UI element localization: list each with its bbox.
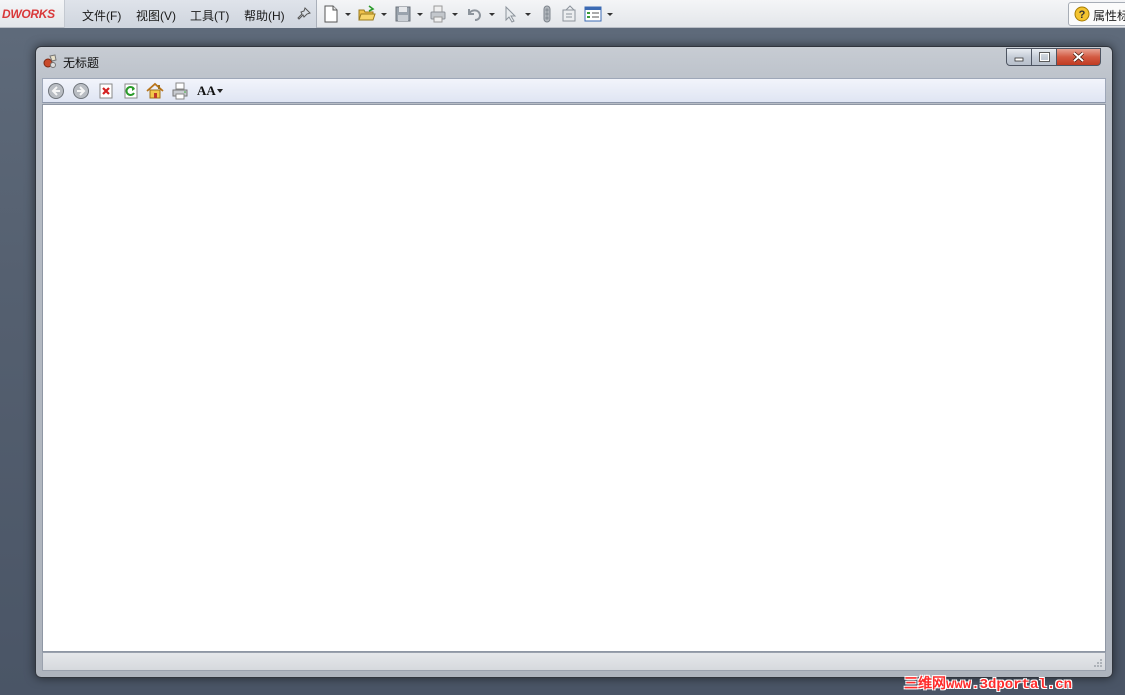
home-icon[interactable] (146, 82, 164, 100)
file-properties-icon[interactable] (561, 5, 579, 23)
options-dropdown-arrow[interactable] (607, 13, 613, 16)
rebuild-icon[interactable] (538, 5, 556, 23)
help-label: 属性标 (1093, 9, 1125, 23)
font-size-dropdown-arrow (217, 89, 223, 93)
menu-view[interactable]: 视图(V) (136, 7, 176, 24)
back-icon[interactable] (47, 82, 65, 100)
font-size-icon: AA (197, 83, 216, 98)
menu-help[interactable]: 帮助(H) (244, 7, 285, 24)
solidworks-brand-logo: DWORKS (2, 7, 55, 21)
status-bar (42, 652, 1106, 671)
minimize-button[interactable] (1006, 48, 1032, 66)
new-document-icon[interactable] (322, 5, 340, 23)
open-dropdown-arrow[interactable] (381, 13, 387, 16)
pin-icon[interactable] (296, 6, 312, 22)
maximize-icon (1039, 52, 1050, 62)
print-icon[interactable] (171, 82, 189, 100)
save-icon[interactable] (394, 5, 412, 23)
help-browser-window: 无标题 AA (35, 46, 1113, 678)
options-icon[interactable] (584, 5, 602, 23)
stop-icon[interactable] (97, 82, 115, 100)
window-title: 无标题 (63, 56, 100, 70)
svg-text:?: ? (1079, 9, 1086, 21)
menu-tools[interactable]: 工具(T) (190, 7, 229, 24)
print-dropdown-arrow[interactable] (452, 13, 458, 16)
new-dropdown-arrow[interactable] (345, 13, 351, 16)
close-button[interactable] (1056, 48, 1101, 66)
font-size-button[interactable]: AA (197, 83, 227, 101)
help-question-icon: ? (1074, 6, 1090, 22)
forward-icon[interactable] (72, 82, 90, 100)
undo-dropdown-arrow[interactable] (489, 13, 495, 16)
caption-buttons (1006, 48, 1108, 68)
minimize-icon (1014, 57, 1024, 62)
print-icon[interactable] (429, 5, 447, 23)
help-search-box[interactable]: ? 属性标 (1068, 2, 1125, 26)
close-icon (1072, 51, 1085, 63)
save-dropdown-arrow[interactable] (417, 13, 423, 16)
browser-toolbar: AA (42, 78, 1106, 103)
undo-icon[interactable] (465, 5, 483, 23)
select-arrow-icon[interactable] (502, 5, 520, 23)
menu-bar: 文件(F) 视图(V) 工具(T) 帮助(H) (64, 0, 317, 28)
maximize-button[interactable] (1031, 48, 1057, 66)
open-folder-icon[interactable] (358, 5, 376, 23)
select-dropdown-arrow[interactable] (525, 13, 531, 16)
app-window-icon (43, 54, 57, 68)
application-top-bar: DWORKS 文件(F) 视图(V) 工具(T) 帮助(H) ? 属性标 (0, 0, 1125, 28)
menu-file[interactable]: 文件(F) (82, 7, 121, 24)
window-title-bar[interactable]: 无标题 (36, 47, 1112, 75)
refresh-icon[interactable] (122, 82, 140, 100)
browser-content-area[interactable] (42, 104, 1106, 652)
site-watermark: 三维网www.3dportal.cn (904, 677, 1073, 693)
resize-grip-icon[interactable] (1093, 658, 1103, 668)
